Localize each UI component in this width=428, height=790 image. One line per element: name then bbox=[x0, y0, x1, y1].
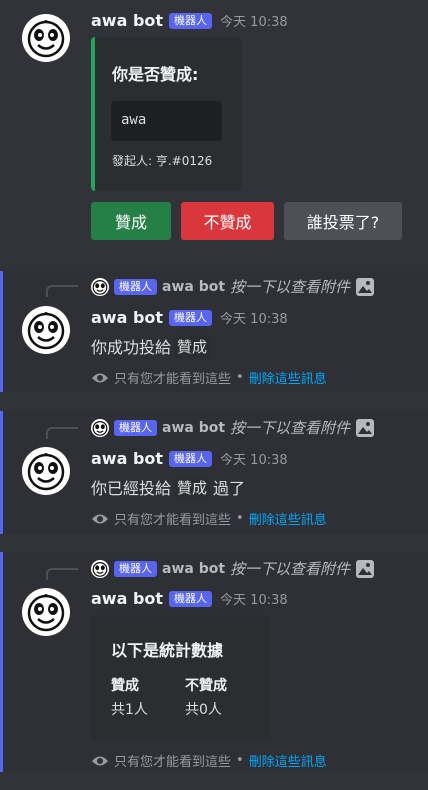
who-voted-button[interactable]: 誰投票了? bbox=[284, 202, 402, 240]
message-content: 你已經投給 贊成 過了 bbox=[91, 475, 245, 499]
panda-face-icon bbox=[92, 561, 108, 577]
bot-tag-badge: 機器人 bbox=[169, 12, 213, 29]
delete-messages-link[interactable]: 刪除這些訊息 bbox=[249, 509, 327, 528]
panda-face-icon bbox=[92, 279, 108, 295]
separator-dot: • bbox=[236, 511, 244, 526]
inline-code: 贊成 bbox=[174, 334, 211, 358]
stats-field-name: 贊成 bbox=[111, 678, 139, 694]
bot-avatar[interactable] bbox=[22, 588, 70, 636]
reply-connector bbox=[46, 285, 78, 297]
ephemeral-highlight-bar bbox=[0, 271, 3, 392]
bot-username[interactable]: awa bot bbox=[91, 308, 163, 327]
panda-face-icon bbox=[27, 311, 65, 350]
reply-click-to-view[interactable]: 按一下以查看附件 bbox=[230, 417, 350, 438]
separator-dot: • bbox=[236, 370, 244, 385]
image-icon bbox=[356, 418, 375, 437]
bot-tag-badge: 機器人 bbox=[169, 590, 213, 607]
reply-preview[interactable]: 機器人 awa bot 按一下以查看附件 bbox=[91, 558, 375, 579]
separator-dot: • bbox=[236, 753, 244, 768]
message-header: awa bot 機器人 今天 10:38 bbox=[91, 308, 288, 327]
ephemeral-text: 只有您才能看到這些 bbox=[114, 513, 232, 528]
message-suffix: 過了 bbox=[213, 479, 246, 498]
ephemeral-note: 只有您才能看到這些 • 刪除這些訊息 bbox=[91, 751, 327, 770]
message-prefix: 你已經投給 bbox=[91, 479, 172, 498]
reject-button[interactable]: 不贊成 bbox=[181, 202, 274, 240]
reply-click-to-view[interactable]: 按一下以查看附件 bbox=[230, 558, 350, 579]
eye-icon bbox=[92, 514, 108, 523]
bot-avatar[interactable] bbox=[22, 447, 70, 495]
message-header: awa bot 機器人 今天 10:38 bbox=[91, 11, 288, 30]
bot-username[interactable]: awa bot bbox=[91, 449, 163, 468]
approve-button[interactable]: 贊成 bbox=[91, 202, 171, 240]
poll-embed: 你是否贊成: awa 發起人: 亨.#0126 bbox=[91, 37, 242, 191]
message-header: awa bot 機器人 今天 10:38 bbox=[91, 449, 288, 468]
stats-title: 以下是統計數據 bbox=[111, 641, 224, 660]
reply-username: awa bot bbox=[162, 419, 226, 436]
panda-face-icon bbox=[92, 420, 108, 436]
timestamp: 今天 10:38 bbox=[220, 15, 288, 30]
panda-face-icon bbox=[27, 19, 65, 58]
reply-connector bbox=[46, 568, 78, 580]
timestamp: 今天 10:38 bbox=[220, 453, 288, 468]
reply-avatar bbox=[91, 559, 109, 578]
reply-bot-tag: 機器人 bbox=[114, 419, 157, 436]
bot-tag-badge: 機器人 bbox=[169, 309, 213, 326]
reply-avatar bbox=[91, 277, 109, 296]
ephemeral-highlight-bar bbox=[0, 411, 3, 534]
poll-initiator: 發起人: 亨.#0126 bbox=[112, 154, 213, 168]
inline-code: 贊成 bbox=[174, 475, 211, 499]
bot-username[interactable]: awa bot bbox=[91, 589, 163, 608]
ephemeral-text: 只有您才能看到這些 bbox=[114, 372, 232, 387]
eye-icon bbox=[92, 373, 108, 382]
ephemeral-text: 只有您才能看到這些 bbox=[114, 755, 232, 770]
reply-bot-tag: 機器人 bbox=[114, 560, 157, 577]
ephemeral-note: 只有您才能看到這些 • 刪除這些訊息 bbox=[91, 509, 327, 528]
bot-tag-badge: 機器人 bbox=[169, 450, 213, 467]
bot-avatar[interactable] bbox=[22, 14, 70, 62]
poll-subject-box: awa bbox=[111, 101, 222, 141]
reply-username: awa bot bbox=[162, 278, 226, 295]
poll-subject: awa bbox=[121, 112, 147, 128]
panda-face-icon bbox=[27, 593, 65, 632]
reply-preview[interactable]: 機器人 awa bot 按一下以查看附件 bbox=[91, 417, 375, 438]
timestamp: 今天 10:38 bbox=[220, 312, 288, 327]
message-content: 你成功投給 贊成 bbox=[91, 334, 211, 358]
reply-bot-tag: 機器人 bbox=[114, 278, 157, 295]
stats-field-value: 共1人 bbox=[111, 702, 148, 718]
stats-field-name: 不贊成 bbox=[185, 678, 227, 694]
delete-messages-link[interactable]: 刪除這些訊息 bbox=[249, 751, 327, 770]
ephemeral-highlight-bar bbox=[0, 552, 3, 772]
timestamp: 今天 10:38 bbox=[220, 593, 288, 608]
reply-click-to-view[interactable]: 按一下以查看附件 bbox=[230, 276, 350, 297]
bot-avatar[interactable] bbox=[22, 306, 70, 354]
image-icon bbox=[356, 559, 375, 578]
panda-face-icon bbox=[27, 452, 65, 491]
reply-preview[interactable]: 機器人 awa bot 按一下以查看附件 bbox=[91, 276, 375, 297]
message-header: awa bot 機器人 今天 10:38 bbox=[91, 589, 288, 608]
stats-field-value: 共0人 bbox=[185, 702, 222, 718]
stats-embed: 以下是統計數據 贊成 共1人 不贊成 共0人 bbox=[91, 615, 271, 740]
eye-icon bbox=[92, 756, 108, 765]
delete-messages-link[interactable]: 刪除這些訊息 bbox=[249, 368, 327, 387]
message-prefix: 你成功投給 bbox=[91, 338, 172, 357]
reply-username: awa bot bbox=[162, 560, 226, 577]
ephemeral-note: 只有您才能看到這些 • 刪除這些訊息 bbox=[91, 368, 327, 387]
reply-connector bbox=[46, 427, 78, 439]
reply-avatar bbox=[91, 418, 109, 437]
image-icon bbox=[356, 277, 375, 296]
bot-username[interactable]: awa bot bbox=[91, 11, 163, 30]
poll-title: 你是否贊成: bbox=[112, 65, 199, 84]
